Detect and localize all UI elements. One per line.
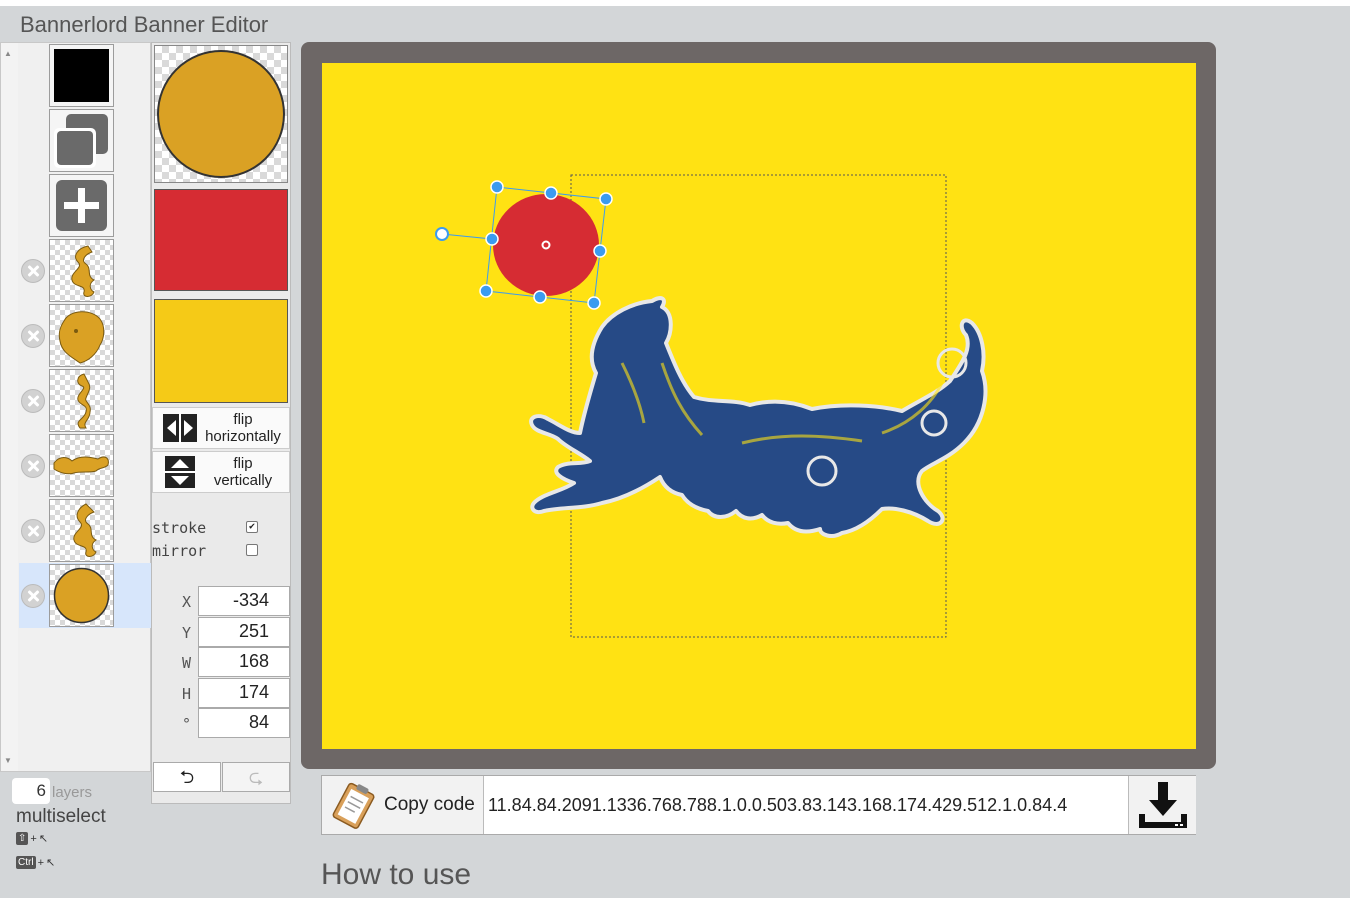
shift-key: ⇧ [16, 832, 29, 845]
redo-icon: ⮎ [248, 767, 264, 787]
scroll-down-icon[interactable]: ▼ [4, 756, 12, 765]
multiselect-ctrl-hint: Ctrl + ↖ [16, 856, 55, 869]
close-icon[interactable] [21, 454, 45, 478]
download-button[interactable] [1128, 776, 1196, 834]
flip-vertical-button[interactable]: flip vertically [152, 451, 290, 493]
undo-button[interactable]: ⮌ [153, 762, 221, 792]
layer-row[interactable] [19, 498, 151, 563]
background-color-row [19, 43, 151, 108]
flip-horizontal-button[interactable]: flip horizontally [152, 407, 290, 449]
y-label: Y [182, 624, 192, 642]
clipboard-icon [332, 782, 375, 829]
app-title: Bannerlord Banner Editor [20, 12, 269, 37]
w-field-row: W 168 [152, 647, 290, 678]
layer-count-label: layers [52, 784, 93, 801]
add-layer-button[interactable] [49, 174, 114, 237]
layer-thumbnail[interactable] [49, 239, 114, 302]
dragon-passant-icon [53, 456, 109, 475]
layer-row[interactable] [19, 238, 151, 303]
close-icon[interactable] [21, 584, 45, 608]
close-icon[interactable] [21, 519, 45, 543]
plus-sign: + [37, 856, 44, 869]
y-field-row: Y 251 [152, 617, 290, 648]
redo-button[interactable]: ⮎ [222, 762, 290, 792]
x-label: X [182, 593, 192, 611]
secondary-color-swatch[interactable] [154, 299, 288, 403]
close-icon[interactable] [21, 389, 45, 413]
banner-frame [301, 42, 1216, 769]
duplicate-row [19, 108, 151, 173]
layer-row[interactable] [19, 303, 151, 368]
ctrl-key: Ctrl [16, 856, 36, 869]
layer-list [19, 43, 151, 628]
flip-horizontal-icon [163, 412, 197, 444]
cursor-click-icon: ↖ [46, 857, 56, 869]
rotation-input[interactable]: 84 [198, 708, 290, 738]
dragon-rampant-icon [73, 503, 97, 557]
layer-scrollbar[interactable]: ▲ ▼ [1, 43, 18, 771]
banner-canvas[interactable] [322, 63, 1196, 749]
mirror-option[interactable]: mirror [152, 542, 262, 560]
plus-icon [56, 180, 107, 231]
rotation-label: ° [182, 715, 192, 733]
stroke-checkbox[interactable]: ✔ [246, 521, 258, 533]
layer-edit-panel: flip horizontally flip vertically stroke ✔… [151, 42, 291, 804]
h-field-row: H 174 [152, 678, 290, 709]
layer-panel: ▲ ▼ [0, 42, 151, 772]
emblem-preview[interactable] [154, 45, 288, 183]
w-label: W [182, 654, 192, 672]
stroke-label: stroke [152, 519, 207, 537]
layer-row[interactable] [19, 368, 151, 433]
background-color-swatch[interactable] [49, 44, 114, 107]
primary-color-swatch[interactable] [154, 189, 288, 291]
mirror-label: mirror [152, 542, 207, 560]
duplicate-layer-button[interactable] [49, 109, 114, 172]
width-input[interactable]: 168 [198, 647, 290, 677]
multiselect-label: multiselect [16, 806, 106, 827]
copy-code-button[interactable]: Copy code [322, 776, 484, 834]
layer-thumbnail[interactable] [49, 499, 114, 562]
dragon-rampant-icon [71, 245, 95, 297]
rotate-handle[interactable] [435, 227, 449, 241]
height-input[interactable]: 174 [198, 678, 290, 708]
circle-icon [53, 567, 110, 624]
plus-sign: + [30, 832, 37, 845]
rotation-field-row: ° 84 [152, 708, 290, 739]
close-icon[interactable] [21, 259, 45, 283]
flip-horizontal-line1: flip [233, 411, 253, 428]
dragon-coiled-icon [77, 373, 91, 429]
multiselect-shift-hint: ⇧ + ↖ [16, 832, 48, 845]
y-input[interactable]: 251 [198, 617, 290, 647]
how-to-heading: How to use [321, 858, 472, 891]
banner-code-input[interactable]: 11.84.84.2091.1336.768.788.1.0.0.503.83.… [486, 776, 1126, 834]
layer-thumbnail[interactable] [49, 564, 114, 627]
flip-vertical-line1: flip [233, 455, 253, 472]
duplicate-icon [54, 114, 108, 168]
h-label: H [182, 685, 192, 703]
layer-row[interactable] [19, 433, 151, 498]
mirror-checkbox[interactable] [246, 544, 258, 556]
lion-head-icon [58, 311, 105, 364]
flip-horizontal-line2: horizontally [205, 428, 281, 445]
layer-thumbnail[interactable] [49, 304, 114, 367]
layer-thumbnail[interactable] [49, 434, 114, 497]
x-input[interactable]: -334 [198, 586, 290, 616]
layer-count: 6 [12, 778, 50, 804]
copy-code-label: Copy code [384, 794, 475, 815]
add-row [19, 173, 151, 238]
code-bar: Copy code 11.84.84.2091.1336.768.788.1.0… [321, 775, 1196, 835]
layer-thumbnail[interactable] [49, 369, 114, 432]
scroll-up-icon[interactable]: ▲ [4, 49, 12, 58]
stroke-option[interactable]: stroke ✔ [152, 519, 262, 537]
top-border [0, 0, 1350, 6]
flip-vertical-line2: vertically [213, 472, 273, 489]
undo-icon: ⮌ [179, 767, 195, 787]
download-icon [1139, 782, 1187, 828]
cursor-click-icon: ↖ [38, 833, 49, 845]
close-icon[interactable] [21, 324, 45, 348]
flip-vertical-icon [163, 456, 197, 488]
x-field-row: X -334 [152, 586, 290, 617]
layer-row-selected[interactable] [19, 563, 151, 628]
